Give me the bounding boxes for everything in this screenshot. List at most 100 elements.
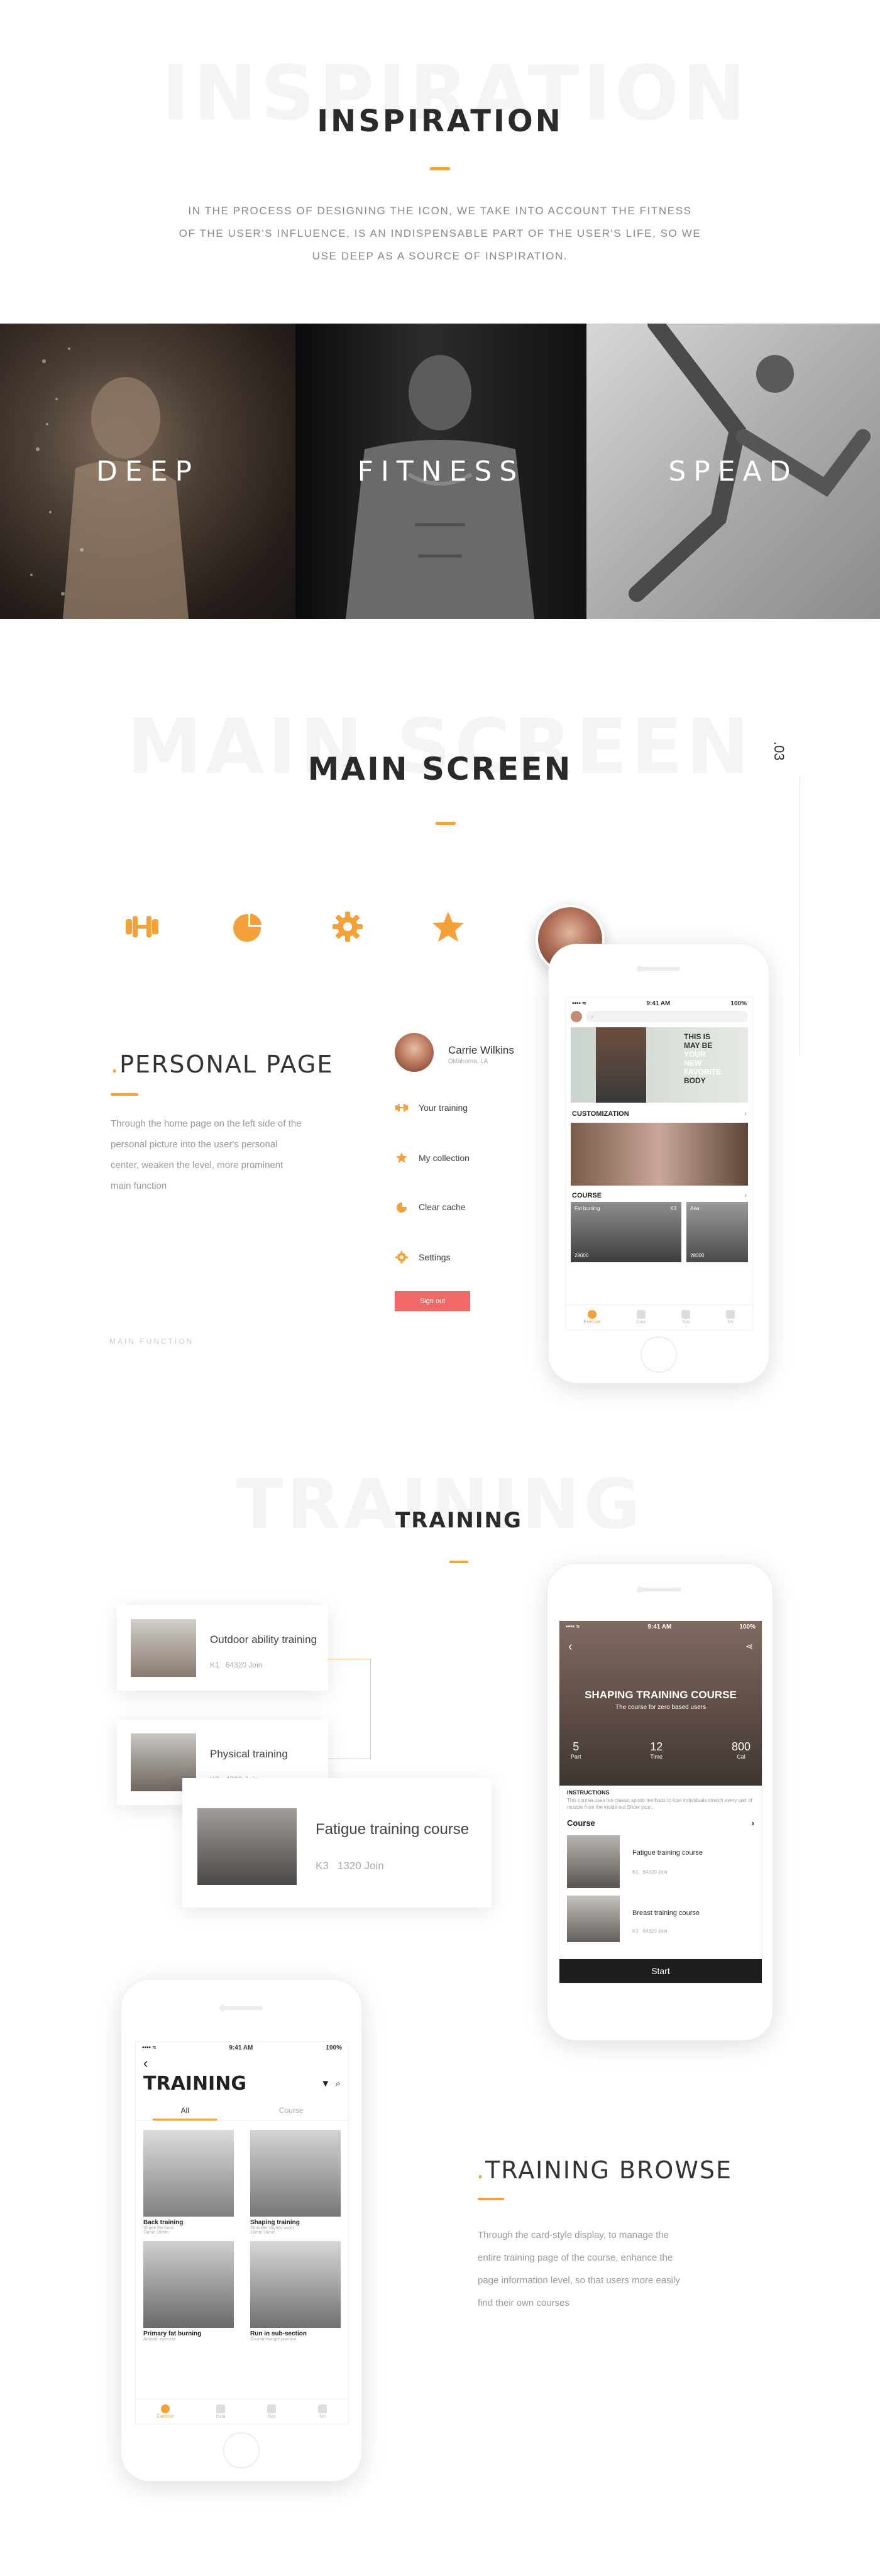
personal-text-line: main function xyxy=(111,1181,167,1191)
phone-speaker xyxy=(220,2006,263,2010)
banner-line: MAY BE xyxy=(684,1041,713,1050)
training-card[interactable]: Outdoor ability training K1 64320 Join xyxy=(117,1605,328,1691)
back-arrow-icon[interactable]: ‹ xyxy=(136,2054,348,2073)
stat-item: 12 Time xyxy=(650,1740,663,1760)
tab-label: Exercise xyxy=(157,2415,174,2419)
bottom-tabbar: Exercise Data Tips Me xyxy=(136,2399,348,2424)
tab-exercise[interactable]: Exercise xyxy=(157,2404,174,2419)
status-battery: 100% xyxy=(326,2044,342,2051)
course-list-item[interactable]: Breast training course K1 64320 Join xyxy=(559,1892,762,1942)
tile[interactable]: Run in sub-section Countertweight practi… xyxy=(250,2241,341,2342)
phone-speaker xyxy=(639,1588,681,1591)
profile-avatar[interactable] xyxy=(395,1033,434,1072)
tab-course[interactable]: Course xyxy=(251,2102,331,2120)
star-icon xyxy=(396,1152,407,1163)
course-card-level: K3 xyxy=(670,1206,677,1211)
photo-label: FITNESS xyxy=(357,456,525,488)
main-function-label: MAIN FUNCTION xyxy=(109,1337,194,1346)
menu-settings[interactable]: Settings xyxy=(395,1250,451,1264)
side-index: .03 xyxy=(771,741,787,761)
menu-label: Your training xyxy=(419,1103,468,1113)
card-thumbnail xyxy=(131,1619,196,1677)
personal-text-line: Through the home page on the left side o… xyxy=(111,1118,302,1129)
menu-clear-cache[interactable]: Clear cache xyxy=(395,1200,466,1214)
tile-title: Shaping training xyxy=(250,2219,300,2226)
tab-tips[interactable]: Tips xyxy=(267,2404,277,2419)
course-label: Course xyxy=(567,1818,595,1828)
tab-data[interactable]: Data xyxy=(636,1310,646,1324)
menu-label: My collection xyxy=(419,1153,470,1163)
customization-header[interactable]: CUSTOMIZATION › xyxy=(566,1106,753,1122)
course-card[interactable]: Ana 28000 xyxy=(686,1202,748,1262)
phone-home-button xyxy=(223,2432,260,2469)
search-icon[interactable]: ⌕ xyxy=(336,2078,341,2089)
share-icon[interactable]: ⋖ xyxy=(745,1641,753,1652)
course-header[interactable]: COURSE › xyxy=(566,1187,753,1202)
card-meta: K3 1320 Join xyxy=(316,1860,384,1872)
tips-icon xyxy=(267,2404,277,2413)
tab-me[interactable]: Me xyxy=(318,2404,327,2419)
filter-icon[interactable]: ▼ xyxy=(321,2078,330,2089)
chevron-right-icon: › xyxy=(744,1192,747,1199)
stat-label: Cal xyxy=(737,1754,745,1760)
course-item-meta: K1 64320 Join xyxy=(632,1928,668,1934)
search-input[interactable]: ⌕ xyxy=(586,1011,748,1022)
course-card-title: Fat burning xyxy=(575,1206,600,1211)
card-title: Physical training xyxy=(210,1748,288,1760)
course-label: COURSE xyxy=(572,1192,602,1199)
status-bar: •••• ≈9:41 AM 100% xyxy=(572,1000,747,1007)
browse-phone-screen: •••• ≈9:41 AM 100% ‹ TRAINING ▼ ⌕ All Cou… xyxy=(135,2041,349,2425)
course-item-level: K1 xyxy=(632,1869,639,1875)
course-header[interactable]: Course › xyxy=(559,1812,762,1831)
personal-page-title: .PERSONAL PAGE xyxy=(111,1051,334,1078)
tile-grid: Back training Shape the back 18min 16min… xyxy=(136,2121,348,2342)
tile[interactable]: Back training Shape the back 18min 16min xyxy=(143,2130,234,2235)
stat-value: 800 xyxy=(731,1740,751,1753)
tab-tips[interactable]: Tips xyxy=(681,1310,691,1324)
course-list-item[interactable]: Fatigue training course K1 64320 Join xyxy=(559,1831,762,1892)
course-card[interactable]: Fat burning K3 28000 xyxy=(571,1202,682,1262)
tab-label: Data xyxy=(636,1320,646,1324)
avatar[interactable] xyxy=(571,1011,582,1022)
customization-image[interactable] xyxy=(571,1123,748,1186)
stat-item: 5 Part xyxy=(571,1740,581,1760)
banner-line: BODY xyxy=(684,1076,706,1085)
tile[interactable]: Primary fat burning Aerobic exercise xyxy=(143,2241,234,2342)
dumbbell-icon xyxy=(126,916,158,937)
status-time: 9:41 AM xyxy=(646,1000,671,1007)
detail-heading: SHAPING TRAINING COURSE xyxy=(585,1689,737,1701)
chevron-right-icon: › xyxy=(751,1818,754,1828)
menu-your-training[interactable]: Your training xyxy=(395,1101,468,1115)
course-card-join: 28000 xyxy=(575,1253,589,1258)
tab-label: Me xyxy=(727,1320,734,1324)
status-time: 9:41 AM xyxy=(229,2044,253,2051)
tab-data[interactable]: Data xyxy=(216,2404,225,2419)
course-item-title: Breast training course xyxy=(632,1909,700,1917)
tab-me[interactable]: Me xyxy=(726,1310,735,1324)
tile-sub: Shape the back xyxy=(143,2226,174,2230)
start-button[interactable]: Start xyxy=(559,1959,762,1983)
detail-subheading: The course for zero based users xyxy=(615,1704,706,1711)
tile[interactable]: Shaping training Shoulder slightly wider… xyxy=(250,2130,341,2235)
customization-label: CUSTOMIZATION xyxy=(572,1110,629,1118)
tab-label: Data xyxy=(216,2415,226,2419)
menu-my-collection[interactable]: My collection xyxy=(395,1151,470,1165)
status-battery: 100% xyxy=(730,1000,747,1007)
training-card[interactable]: Fatigue training course K3 1320 Join xyxy=(182,1778,492,1907)
back-arrow-icon[interactable]: ‹ xyxy=(568,1640,573,1654)
tab-exercise[interactable]: Exercise xyxy=(584,1310,600,1324)
tile-sub: Shoulder slightly wider xyxy=(250,2226,295,2230)
banner-line: THIS IS xyxy=(684,1032,711,1041)
tab-label: Tips xyxy=(681,1320,690,1324)
phone-home-button xyxy=(641,1336,677,1373)
detail-phone: •••• ≈9:41 AM 100% ‹ ⋖ SHAPING TRAINING C… xyxy=(547,1563,773,2041)
tile-meta: 18min 16min xyxy=(250,2230,276,2235)
sign-out-button[interactable]: Sign out xyxy=(395,1291,470,1311)
detail-hero: •••• ≈9:41 AM 100% ‹ ⋖ SHAPING TRAINING C… xyxy=(559,1621,762,1786)
tab-all[interactable]: All xyxy=(153,2102,217,2120)
browse-text-line: page information level, so that users mo… xyxy=(478,2275,680,2286)
home-banner[interactable]: THIS IS MAY BE YOUR NEW FAVORITE BODY xyxy=(571,1027,748,1103)
stat-label: Part xyxy=(571,1754,581,1760)
browse-underline xyxy=(478,2198,504,2200)
tile-image xyxy=(143,2241,234,2328)
